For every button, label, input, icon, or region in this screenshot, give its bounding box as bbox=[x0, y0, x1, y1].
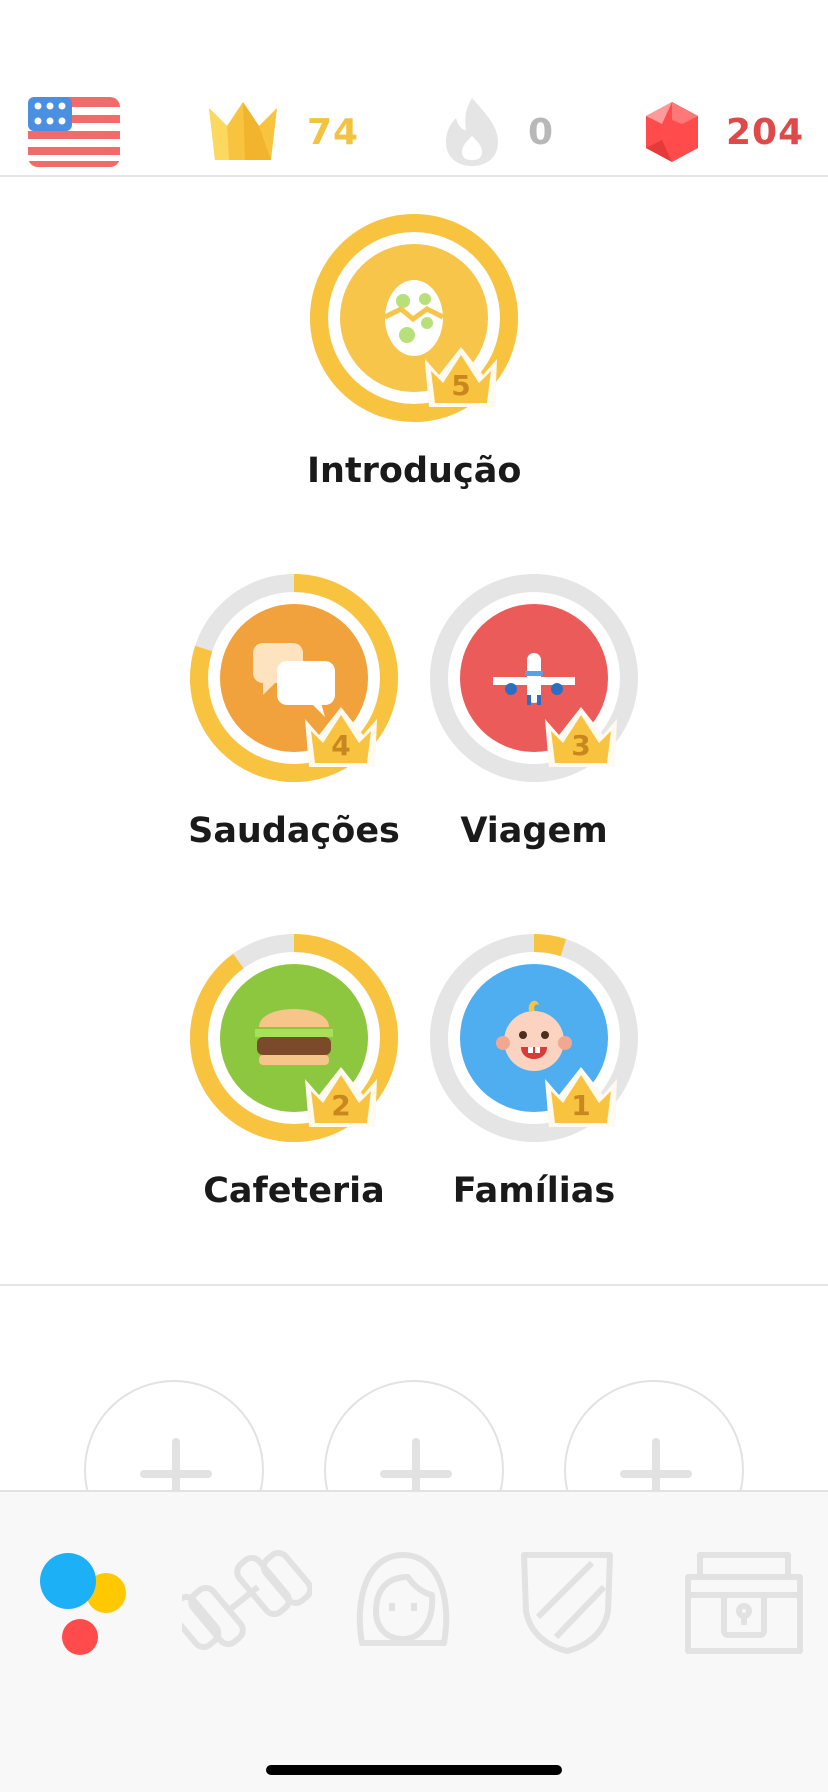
skill-name: Famílias bbox=[452, 1171, 616, 1211]
gems-count: 204 bbox=[726, 111, 805, 153]
home-indicator bbox=[266, 1765, 562, 1775]
skill-progress-ring: 2 bbox=[187, 931, 401, 1145]
gem-icon bbox=[646, 102, 698, 162]
skill-familias[interactable]: 1 Famílias bbox=[427, 931, 641, 1211]
egg-icon bbox=[383, 280, 445, 356]
crown-level: 4 bbox=[331, 729, 350, 762]
tab-learn[interactable] bbox=[24, 1547, 154, 1657]
crown-level: 3 bbox=[571, 729, 590, 762]
crown-icon bbox=[209, 102, 277, 160]
crown-level: 5 bbox=[451, 369, 470, 402]
skill-progress-ring: 4 bbox=[187, 571, 401, 785]
bottom-tab-bar bbox=[0, 1490, 828, 1792]
course-flag-button[interactable] bbox=[28, 92, 120, 172]
crowns-stat[interactable]: 74 bbox=[205, 92, 359, 172]
flag-us-icon bbox=[28, 97, 120, 167]
skill-viagem[interactable]: 3 Viagem bbox=[427, 571, 641, 851]
skill-introducao[interactable]: 5 Introdução bbox=[307, 211, 521, 491]
gems-stat[interactable]: 204 bbox=[644, 92, 804, 172]
tab-leagues[interactable] bbox=[512, 1547, 642, 1657]
skill-cafeteria[interactable]: 2 Cafeteria bbox=[187, 931, 401, 1211]
burger-icon bbox=[255, 1009, 333, 1065]
tab-profile[interactable] bbox=[348, 1547, 478, 1657]
section-divider bbox=[0, 1284, 828, 1286]
dumbbell-icon bbox=[182, 1550, 312, 1650]
skill-progress-ring: 1 bbox=[427, 931, 641, 1145]
skill-name: Introdução bbox=[307, 451, 522, 491]
skill-name: Cafeteria bbox=[203, 1171, 385, 1211]
streak-stat[interactable]: 0 bbox=[442, 92, 554, 172]
profile-icon bbox=[356, 1552, 450, 1646]
streak-flame-icon bbox=[446, 98, 498, 166]
top-stats-bar: 74 0 204 bbox=[0, 0, 828, 177]
skill-progress-ring: 5 bbox=[307, 211, 521, 425]
treasure-chest-icon bbox=[685, 1552, 803, 1654]
learn-icon bbox=[40, 1553, 126, 1655]
skill-name: Viagem bbox=[460, 811, 608, 851]
skill-name: Saudações bbox=[188, 811, 400, 851]
skill-saudacoes[interactable]: 4 Saudações bbox=[187, 571, 401, 851]
crown-level: 1 bbox=[571, 1089, 590, 1122]
tab-shop[interactable] bbox=[680, 1547, 810, 1657]
streak-count: 0 bbox=[528, 111, 555, 153]
crown-level: 2 bbox=[331, 1089, 350, 1122]
crowns-count: 74 bbox=[307, 111, 360, 153]
shield-icon bbox=[521, 1552, 613, 1654]
skill-progress-ring: 3 bbox=[427, 571, 641, 785]
tab-practice[interactable] bbox=[182, 1547, 312, 1657]
